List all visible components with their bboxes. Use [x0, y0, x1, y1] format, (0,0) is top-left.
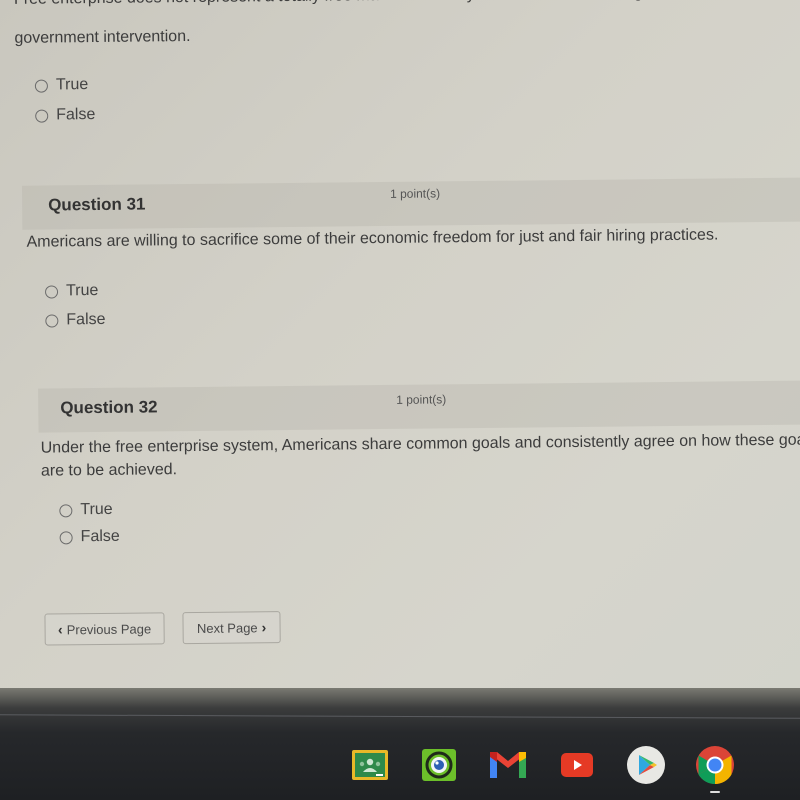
radio-button[interactable] [35, 109, 49, 123]
option-true[interactable]: True [59, 500, 113, 520]
question-points: 1 point(s) [389, 186, 441, 201]
radio-button[interactable] [59, 530, 73, 544]
app-shelf [350, 745, 735, 793]
option-true[interactable]: True [44, 281, 99, 301]
gmail-icon [490, 752, 526, 778]
option-label: True [80, 500, 113, 519]
question-text-line: government intervention. [14, 28, 191, 47]
previous-page-button[interactable]: ‹ Previous Page [44, 612, 165, 646]
shelf-app-chrome[interactable] [695, 745, 735, 793]
camera-app-icon [422, 749, 456, 781]
chevron-left-icon: ‹ [57, 621, 63, 638]
radio-button[interactable] [34, 79, 48, 93]
next-page-label: Next Page [196, 619, 258, 636]
chrome-icon [696, 746, 734, 785]
quiz-page: Free enterprise does not represent a tot… [0, 0, 800, 690]
shelf-app-play-store[interactable] [626, 745, 666, 785]
option-label: True [65, 281, 99, 300]
shelf-app-camera[interactable] [419, 745, 459, 785]
play-store-icon [627, 746, 665, 784]
option-false[interactable]: False [35, 106, 95, 125]
google-classroom-icon [352, 750, 388, 780]
screen: Free enterprise does not represent a tot… [0, 0, 800, 800]
question-number: Question 31 [48, 194, 146, 215]
option-label: False [66, 310, 106, 329]
option-label: False [56, 106, 96, 124]
shelf-app-youtube[interactable] [557, 745, 597, 785]
youtube-icon [561, 753, 593, 777]
option-false[interactable]: False [45, 310, 106, 330]
option-label: True [55, 76, 89, 94]
chevron-right-icon: › [261, 619, 267, 636]
question-text-line: are to be achieved. [40, 461, 178, 480]
radio-button[interactable] [59, 503, 73, 517]
question-points: 1 point(s) [396, 392, 447, 407]
question-number: Question 32 [60, 397, 158, 418]
option-false[interactable]: False [59, 527, 120, 547]
option-label: False [80, 527, 120, 546]
option-true[interactable]: True [34, 76, 89, 95]
next-page-button[interactable]: Next Page › [182, 611, 281, 645]
radio-button[interactable] [45, 313, 59, 328]
question-text-line: Free enterprise does not represent a tot… [14, 0, 721, 12]
radio-button[interactable] [44, 284, 59, 299]
shelf-app-gmail[interactable] [488, 745, 528, 785]
shelf-app-classroom[interactable] [350, 745, 390, 785]
previous-page-label: Previous Page [66, 620, 152, 637]
running-indicator [710, 791, 720, 793]
question-text-line: Under the free enterprise system, Americ… [40, 431, 800, 457]
